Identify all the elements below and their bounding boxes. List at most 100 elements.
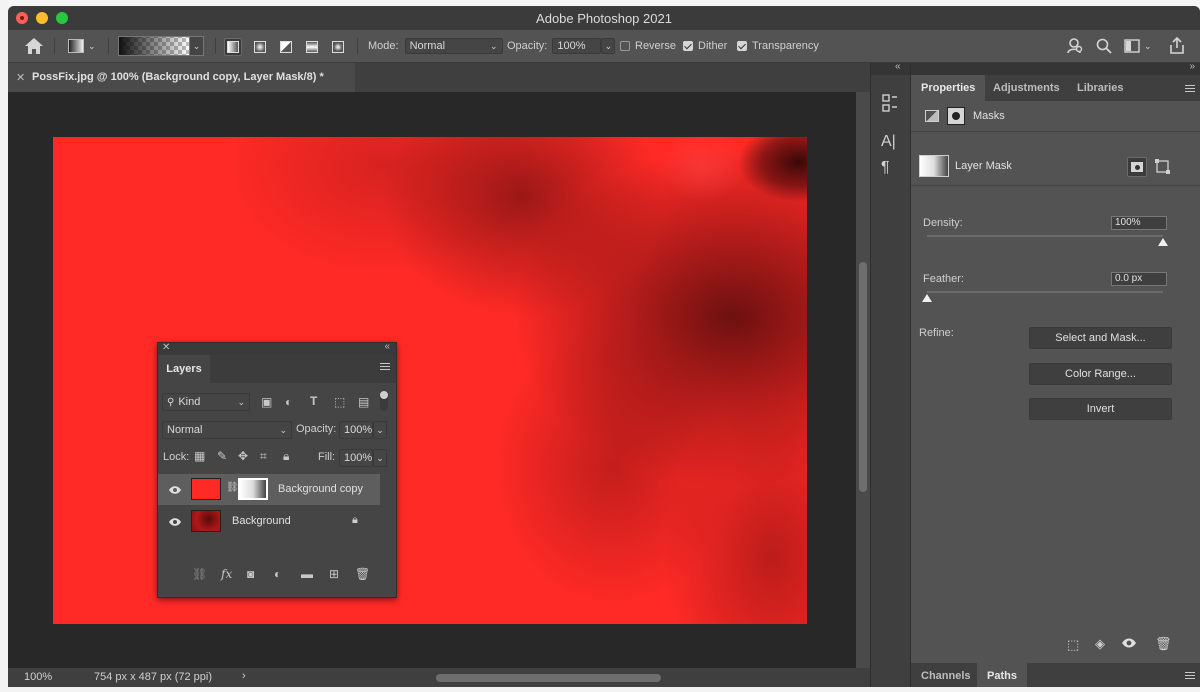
diamond-gradient-button[interactable] [329,38,347,56]
load-selection-icon[interactable]: ⬚ [1067,637,1079,653]
filter-toggle-switch[interactable] [380,391,388,411]
density-slider-track[interactable] [927,235,1163,237]
adjustment-layer-filter-icon[interactable]: ◐ [285,395,292,409]
feather-field[interactable]: 0.0 px [1111,272,1167,286]
canvas-area[interactable]: ✕ « Layers ⚲ Kind ⌄ ▣ ◐ T ⬚ ▤ Normal ⌄ O… [8,92,856,668]
tab-adjustments[interactable]: Adjustments [983,75,1070,101]
transparency-checkbox-box [737,41,747,51]
select-and-mask-button[interactable]: Select and Mask... [1029,327,1172,349]
layer-name[interactable]: Background copy [278,483,363,495]
feather-slider-thumb[interactable] [922,294,932,302]
vertical-scrollbar[interactable] [856,92,870,668]
opacity-value: 100% [557,40,586,52]
gradient-picker[interactable]: ⌄ [118,30,204,62]
paragraph-panel-icon[interactable]: ¶ [881,159,890,177]
visibility-eye-icon[interactable] [1121,637,1137,652]
radial-gradient-icon [254,41,266,53]
layer-name[interactable]: Background [232,515,291,527]
opacity-dropdown-arrow[interactable]: ⌄ [601,38,616,54]
close-panel-icon[interactable]: ✕ [162,342,170,353]
tab-paths[interactable]: Paths [977,663,1027,687]
status-menu-arrow[interactable]: › [242,670,246,682]
layer-mask-thumbnail[interactable] [238,478,268,500]
select-pixel-mask-button[interactable] [1127,157,1147,177]
document-tab-title: PossFix.jpg @ 100% (Background copy, Lay… [32,71,324,83]
lock-position-icon[interactable]: ✥ [238,449,248,463]
fill-field[interactable]: 100% [339,449,373,467]
character-panel-icon[interactable]: A| [881,133,896,151]
new-layer-icon[interactable]: ⊞ [329,567,339,581]
feather-slider-track[interactable] [927,291,1163,293]
layer-thumbnail [191,478,221,500]
type-layer-filter-icon[interactable]: T [310,394,317,408]
dither-checkbox[interactable]: Dither [683,30,727,62]
zoom-level[interactable]: 100% [24,671,52,683]
density-slider-thumb[interactable] [1158,238,1168,246]
filter-kind-dropdown[interactable]: ⚲ Kind ⌄ [162,393,250,411]
delete-layer-icon[interactable]: 🗑︎ [355,567,370,581]
home-button[interactable] [24,30,44,62]
document-dimensions: 754 px x 487 px (72 ppi) [94,671,213,683]
link-chain-icon[interactable]: ⛓ [226,482,239,493]
panel-menu-icon[interactable] [1185,672,1195,681]
reflected-gradient-button[interactable] [303,38,321,56]
properties-collapse-bar[interactable]: » [911,61,1200,75]
layer-opacity-field[interactable]: 100% [339,421,373,439]
visibility-eye-icon[interactable] [168,517,182,527]
add-vector-mask-button[interactable] [1155,159,1171,175]
new-adjustment-layer-icon[interactable]: ◐ [274,567,281,581]
tab-libraries[interactable]: Libraries [1067,75,1133,101]
angle-gradient-button[interactable] [277,38,295,56]
gradient-tool-icon [68,39,84,53]
pixel-layer-filter-icon[interactable]: ▣ [261,395,272,409]
history-icon[interactable] [881,93,899,113]
tab-layers[interactable]: Layers [158,355,210,383]
search-button[interactable] [1096,30,1112,62]
tab-properties[interactable]: Properties [911,75,986,101]
properties-panel: » Properties Adjustments Libraries Masks… [910,61,1200,687]
lock-image-pixels-icon[interactable]: ✎ [217,449,227,463]
layer-row-background-copy[interactable]: ⛓ Background copy [158,474,380,505]
transparency-checkbox[interactable]: Transparency [737,30,819,62]
tab-channels[interactable]: Channels [911,663,981,687]
new-group-icon[interactable]: ▬ [301,567,313,581]
reverse-checkbox[interactable]: Reverse [620,30,676,62]
collapse-panel-icon[interactable]: « [384,341,390,352]
lock-artboard-icon[interactable]: ⌗ [260,449,267,464]
shape-layer-filter-icon[interactable]: ⬚ [334,395,345,409]
apply-mask-icon[interactable]: ◈ [1095,636,1105,652]
layers-panel-header[interactable]: ✕ « [158,341,396,355]
visibility-eye-icon[interactable] [168,485,182,495]
horizontal-scrollbar-thumb[interactable] [436,674,661,682]
document-tab[interactable]: ✕ PossFix.jpg @ 100% (Background copy, L… [8,63,355,92]
radial-gradient-button[interactable] [251,38,269,56]
lock-transparent-pixels-icon[interactable]: ▦ [194,449,205,463]
blend-mode-dropdown[interactable]: Normal ⌄ [162,421,292,439]
invert-button[interactable]: Invert [1029,398,1172,420]
opacity-field[interactable]: 100% [552,38,602,54]
layer-opacity-arrow[interactable]: ⌄ [373,421,387,439]
mode-dropdown[interactable]: Normal ⌄ [404,38,503,54]
link-layers-icon[interactable]: ⛓ [192,567,207,581]
vertical-scrollbar-thumb[interactable] [859,262,867,492]
gradient-tool-preset[interactable]: ⌄ [68,30,96,62]
fill-value: 100% [344,452,373,464]
close-tab-icon[interactable]: ✕ [16,71,25,84]
fill-arrow[interactable]: ⌄ [373,449,387,467]
search-people-button[interactable] [1066,30,1084,62]
fx-button[interactable]: fx [221,567,232,581]
share-button[interactable] [1168,30,1186,62]
add-mask-icon[interactable]: ◙ [247,567,254,581]
linear-gradient-button[interactable] [224,38,242,56]
density-field[interactable]: 100% [1111,216,1167,230]
color-range-button[interactable]: Color Range... [1029,363,1172,385]
delete-mask-icon[interactable]: 🗑︎ [1155,636,1172,652]
panel-menu-icon[interactable] [380,363,390,372]
smart-object-filter-icon[interactable]: ▤ [358,395,369,409]
panel-menu-icon[interactable] [1185,85,1195,94]
layer-row-background[interactable]: Background 🔒︎ [158,506,380,537]
lock-all-icon[interactable]: 🔒︎ [283,449,289,464]
workspace-button[interactable]: ⌄ [1124,30,1152,62]
dock-collapse-bar[interactable]: « [871,61,911,75]
layer-filter-row: ⚲ Kind ⌄ ▣ ◐ T ⬚ ▤ [158,391,396,413]
